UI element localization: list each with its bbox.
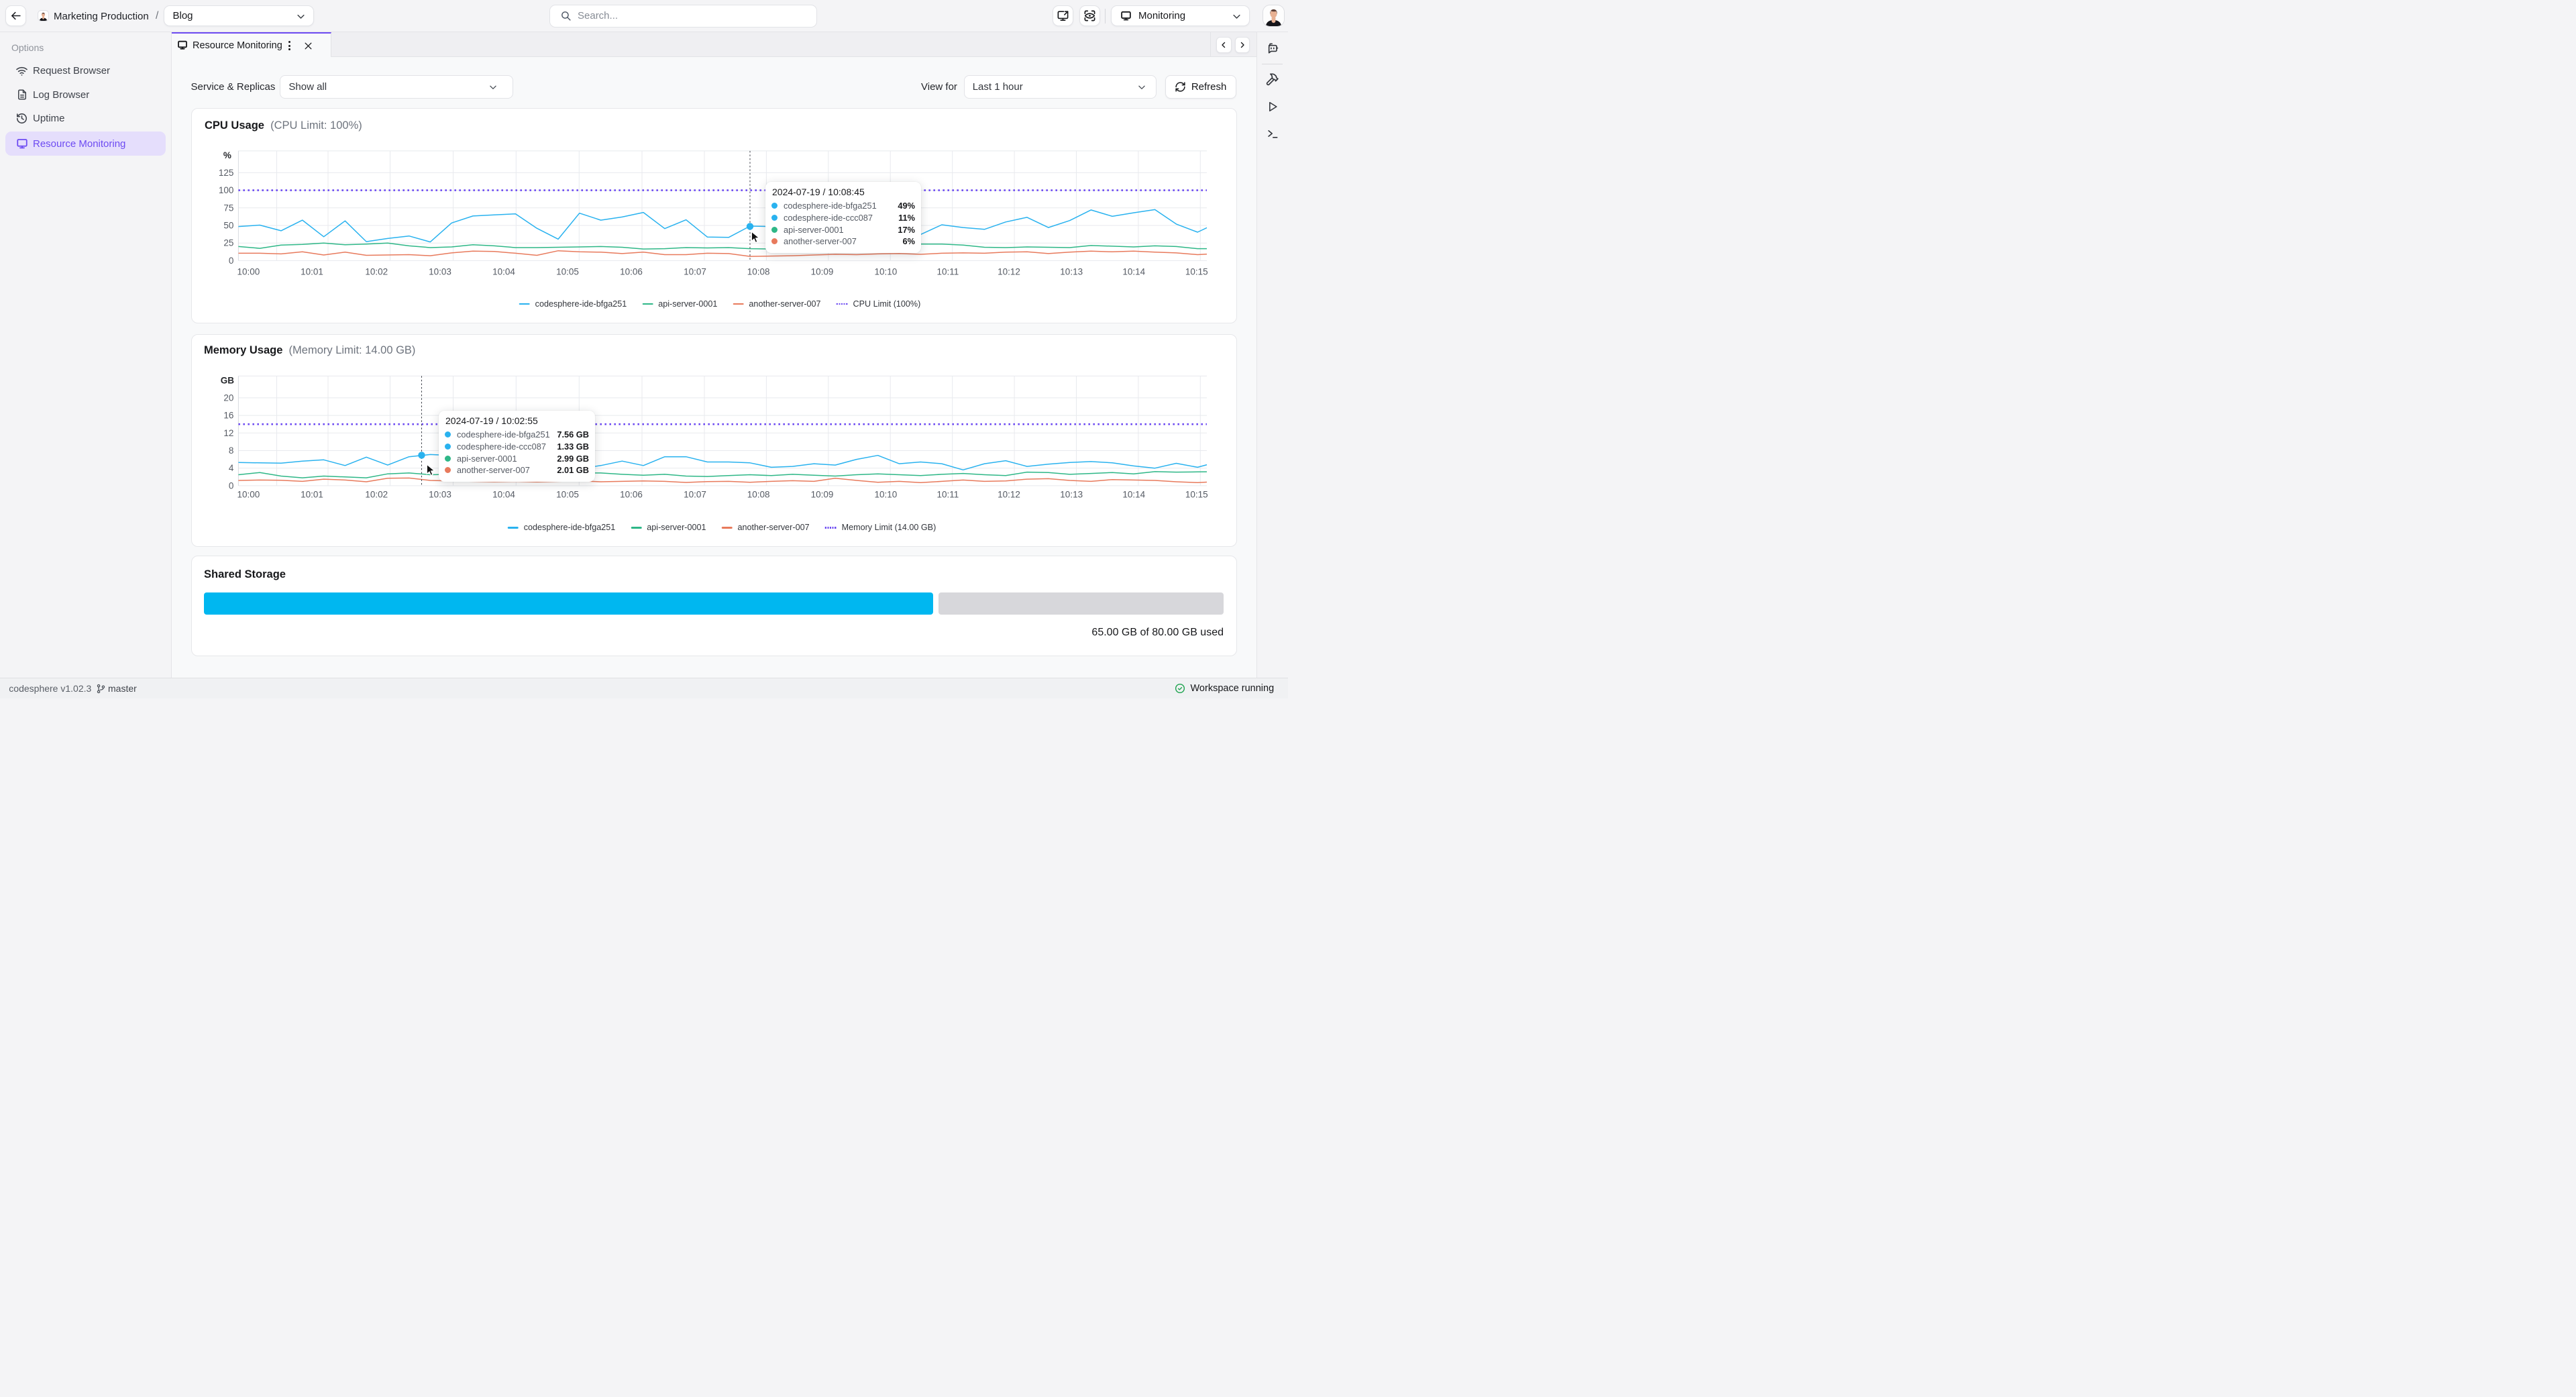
svg-text:16: 16 <box>223 411 233 421</box>
svg-text:10:05: 10:05 <box>556 490 579 500</box>
svg-text:10:15: 10:15 <box>1185 267 1208 277</box>
svg-text:0: 0 <box>229 256 234 266</box>
svg-text:4: 4 <box>229 463 234 473</box>
svg-text:10:14: 10:14 <box>1122 267 1145 277</box>
svg-text:8: 8 <box>229 446 234 456</box>
svg-text:10:11: 10:11 <box>937 267 959 277</box>
svg-text:10:10: 10:10 <box>875 490 898 500</box>
svg-text:10:12: 10:12 <box>998 267 1020 277</box>
svg-text:10:08: 10:08 <box>747 490 770 500</box>
svg-text:0: 0 <box>229 480 234 490</box>
svg-text:100: 100 <box>219 185 234 195</box>
svg-text:10:01: 10:01 <box>301 490 323 500</box>
svg-text:50: 50 <box>223 221 233 231</box>
svg-text:10:02: 10:02 <box>365 490 388 500</box>
svg-text:10:11: 10:11 <box>937 490 959 500</box>
svg-text:10:13: 10:13 <box>1060 267 1083 277</box>
svg-text:10:07: 10:07 <box>684 490 706 500</box>
svg-text:10:06: 10:06 <box>620 267 643 277</box>
svg-text:10:12: 10:12 <box>998 490 1020 500</box>
svg-text:12: 12 <box>223 428 233 438</box>
svg-text:10:05: 10:05 <box>556 267 579 277</box>
svg-text:10:09: 10:09 <box>811 267 834 277</box>
svg-text:GB: GB <box>221 375 235 385</box>
svg-text:75: 75 <box>223 203 233 213</box>
svg-text:10:13: 10:13 <box>1060 490 1083 500</box>
svg-text:10:03: 10:03 <box>429 490 451 500</box>
svg-text:10:10: 10:10 <box>875 267 898 277</box>
svg-text:10:08: 10:08 <box>747 267 770 277</box>
svg-text:10:04: 10:04 <box>492 490 515 500</box>
svg-text:10:14: 10:14 <box>1122 490 1145 500</box>
svg-text:20: 20 <box>223 393 233 403</box>
svg-text:10:02: 10:02 <box>365 267 388 277</box>
svg-text:10:09: 10:09 <box>811 490 834 500</box>
svg-text:10:03: 10:03 <box>429 267 451 277</box>
svg-text:10:07: 10:07 <box>684 267 706 277</box>
svg-text:25: 25 <box>223 238 233 248</box>
svg-text:10:04: 10:04 <box>492 267 515 277</box>
svg-text:10:15: 10:15 <box>1185 490 1208 500</box>
svg-text:125: 125 <box>219 168 234 178</box>
svg-text:10:01: 10:01 <box>301 267 323 277</box>
svg-text:10:06: 10:06 <box>620 490 643 500</box>
svg-text:%: % <box>223 150 231 160</box>
svg-text:10:00: 10:00 <box>237 267 260 277</box>
svg-text:10:00: 10:00 <box>237 490 260 500</box>
